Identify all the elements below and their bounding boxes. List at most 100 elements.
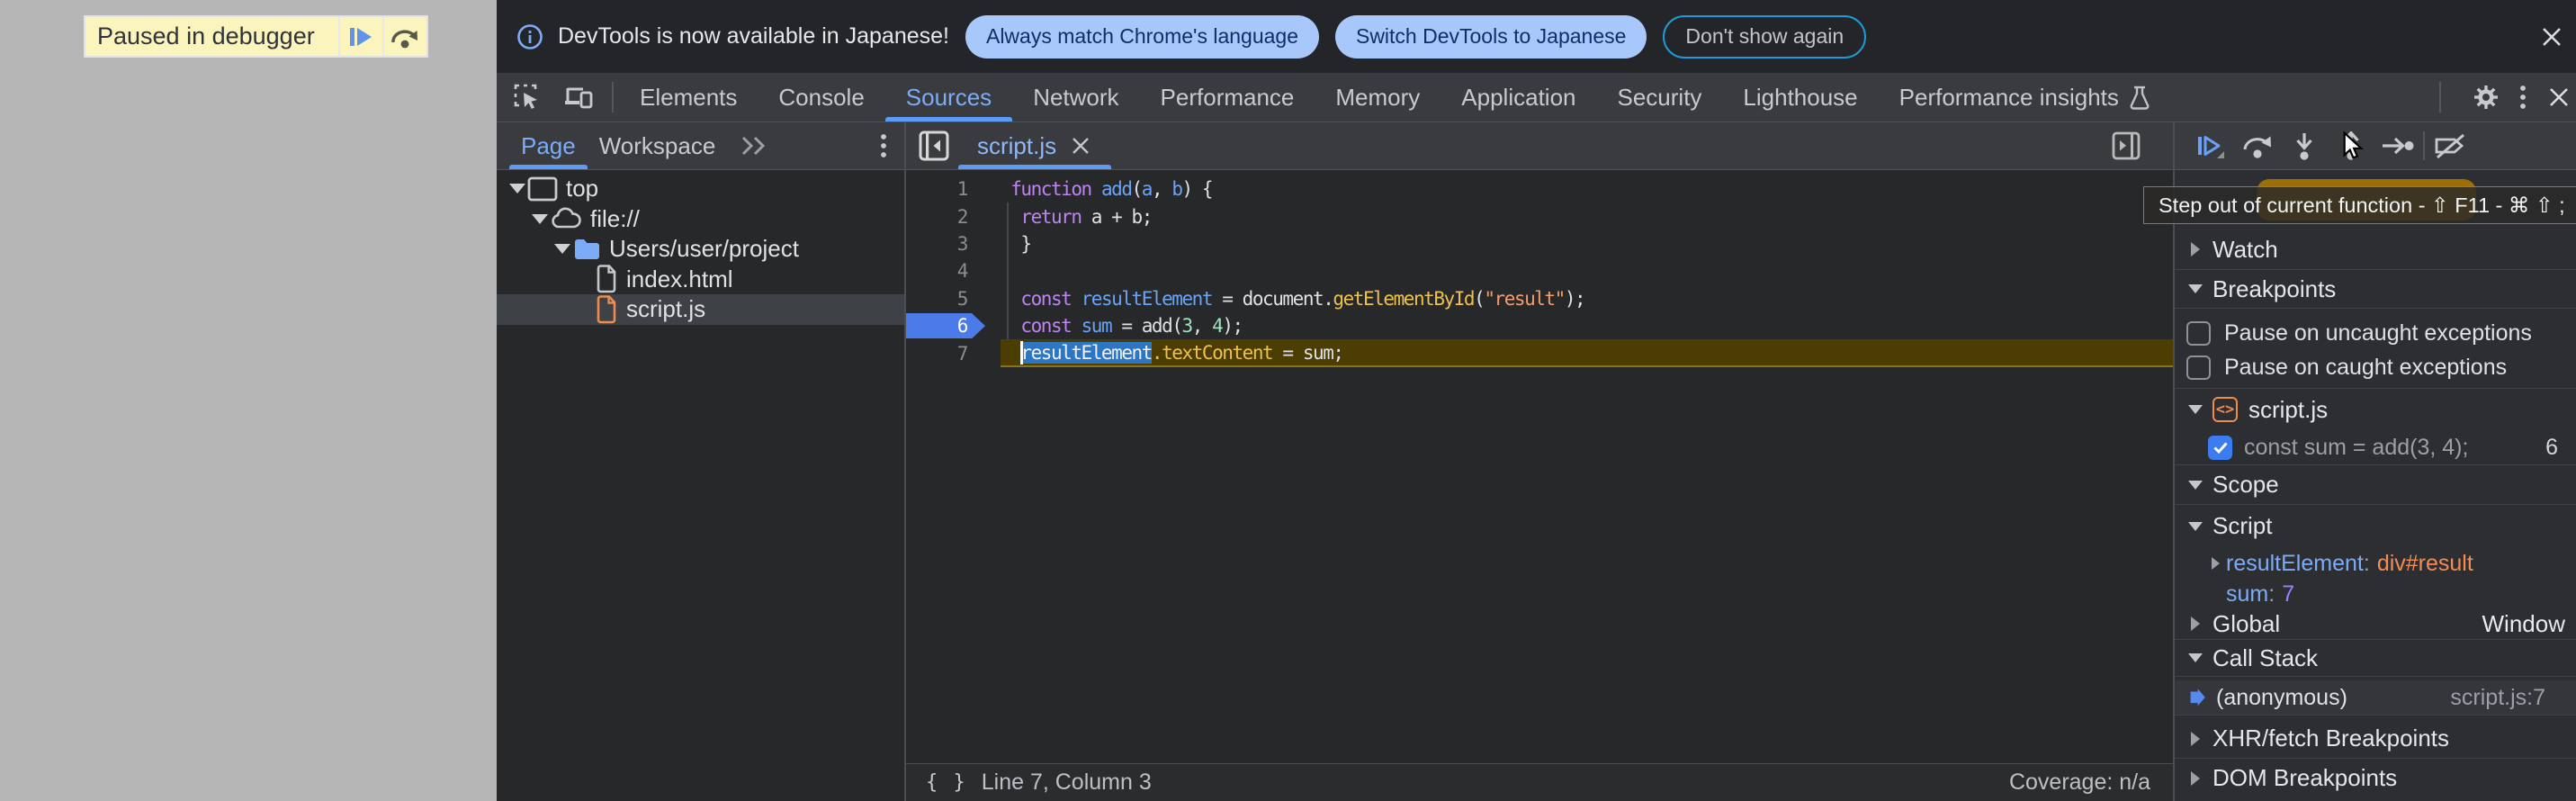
scope-variable-resultElement[interactable]: resultElement: div#result xyxy=(2175,547,2576,580)
navigator-menu-button[interactable] xyxy=(879,131,888,160)
breakpoint-entry[interactable]: const sum = add(3, 4);6 xyxy=(2175,430,2576,464)
line-number[interactable]: 6 xyxy=(906,315,967,337)
checkbox-row-uncaught[interactable]: Pause on uncaught exceptions xyxy=(2175,316,2576,350)
debugger-sidebar: WatchBreakpoints Pause on uncaught except… xyxy=(2175,122,2576,801)
step-button[interactable] xyxy=(2374,122,2421,169)
section-xhr-fetch-breakpoints[interactable]: XHR/fetch Breakpoints xyxy=(2175,719,2576,758)
infobar-close-button[interactable] xyxy=(2538,23,2565,50)
code-line-3[interactable]: 3 } xyxy=(906,230,2173,257)
scope-global-value: Window xyxy=(2482,610,2576,638)
device-toolbar-icon xyxy=(563,83,594,112)
tab-lighthouse[interactable]: Lighthouse xyxy=(1722,73,1878,122)
tab-performance-insights[interactable]: Performance insights xyxy=(1879,73,2172,122)
close-icon xyxy=(2545,84,2572,111)
more-tabs-button[interactable] xyxy=(738,134,770,158)
close-tab-icon[interactable] xyxy=(1069,134,1092,158)
pretty-print-button[interactable]: { } xyxy=(926,771,967,794)
toolbar-separator xyxy=(612,82,614,112)
tab-label: Console xyxy=(778,84,864,112)
tree-item-index-html[interactable]: index.html xyxy=(497,265,904,295)
folder-icon xyxy=(572,237,601,262)
infobar-action-don-t-show-again[interactable]: Don't show again xyxy=(1663,15,1866,58)
line-number[interactable]: 1 xyxy=(906,178,967,200)
section-watch[interactable]: Watch xyxy=(2175,230,2576,269)
infobar-action-always-match-chrome-s-language[interactable]: Always match Chrome's language xyxy=(965,15,1319,58)
tree-item-script-js[interactable]: script.js xyxy=(497,294,904,325)
tab-network[interactable]: Network xyxy=(1012,73,1139,122)
resume-button[interactable] xyxy=(2187,122,2234,169)
sources-panel: PageWorkspace topfile://Users/user/proje… xyxy=(497,122,2576,801)
call-stack-frame[interactable]: (anonymous)script.js:7 xyxy=(2175,680,2576,715)
kebab-icon xyxy=(879,131,888,160)
code-line-7[interactable]: 7 resultElement.textContent = sum; xyxy=(906,339,2173,366)
section-call-stack[interactable]: Call Stack xyxy=(2175,640,2576,676)
checkbox-row-caught[interactable]: Pause on caught exceptions xyxy=(2175,350,2576,384)
step-over-button[interactable] xyxy=(2234,122,2281,169)
customize-devtools-button[interactable] xyxy=(2518,83,2527,112)
editor-tab-scriptjs[interactable]: script.js xyxy=(958,122,1111,169)
checkbox[interactable] xyxy=(2186,356,2211,380)
line-number[interactable]: 2 xyxy=(906,206,967,228)
deactivate-breakpoints-button[interactable] xyxy=(2427,122,2473,169)
section-dom-breakpoints[interactable]: DOM Breakpoints xyxy=(2175,759,2576,797)
code-token: ); xyxy=(1565,288,1584,310)
code-token: resultElement xyxy=(1082,288,1213,310)
tab-security[interactable]: Security xyxy=(1597,73,1723,122)
inspect-element-button[interactable] xyxy=(513,83,542,112)
checkbox-label: Pause on uncaught exceptions xyxy=(2224,320,2532,346)
tab-label: Network xyxy=(1033,84,1118,112)
tab-memory[interactable]: Memory xyxy=(1315,73,1441,122)
tab-performance[interactable]: Performance xyxy=(1140,73,1315,122)
checkbox[interactable] xyxy=(2208,436,2232,460)
code-line-2[interactable]: 2 return a + b; xyxy=(906,202,2173,230)
step-over-icon xyxy=(390,24,420,50)
scope-script-header[interactable]: Script xyxy=(2175,505,2576,547)
settings-button[interactable] xyxy=(2472,83,2500,112)
tree-item-top[interactable]: top xyxy=(497,174,904,204)
line-number[interactable]: 5 xyxy=(906,288,967,310)
show-debugger-sidebar-button[interactable] xyxy=(2112,131,2141,160)
code-line-4[interactable]: 4 xyxy=(906,257,2173,284)
tree-item-Users-user-project[interactable]: Users/user/project xyxy=(497,234,904,265)
colon: : xyxy=(2268,581,2275,608)
code-line-6[interactable]: 6 const sum = add(3, 4); xyxy=(906,312,2173,339)
tab-label: Sources xyxy=(906,84,992,112)
tab-application[interactable]: Application xyxy=(1441,73,1596,122)
cloud-icon xyxy=(550,207,582,230)
chevron-right-icon xyxy=(2208,557,2222,570)
breakpoint-group-scriptjs[interactable]: <>script.js xyxy=(2175,389,2576,430)
tab-sources[interactable]: Sources xyxy=(885,73,1012,122)
toolbar-right-buttons xyxy=(2439,82,2576,112)
scope-global-row[interactable]: GlobalWindow xyxy=(2175,608,2576,639)
infobar-action-switch-devtools-to-japanese[interactable]: Switch DevTools to Japanese xyxy=(1335,15,1647,58)
line-number[interactable]: 3 xyxy=(906,233,967,255)
file-js-icon xyxy=(595,295,618,324)
code-line-5[interactable]: 5 const resultElement = document.getElem… xyxy=(906,285,2173,312)
tree-item-file-[interactable]: file:// xyxy=(497,204,904,235)
code-token: , xyxy=(1152,178,1171,200)
line-number[interactable]: 4 xyxy=(906,260,967,282)
resume-script-button[interactable] xyxy=(340,17,382,56)
tab-console[interactable]: Console xyxy=(758,73,884,122)
navigator-tab-page[interactable]: Page xyxy=(509,122,588,169)
step-into-button[interactable] xyxy=(2281,122,2328,169)
code-token: a xyxy=(1142,178,1152,200)
close-devtools-button[interactable] xyxy=(2545,84,2572,111)
coverage-status: Coverage: n/a xyxy=(2009,770,2150,796)
code-token: = add( xyxy=(1111,315,1181,337)
toggle-device-toolbar-button[interactable] xyxy=(563,83,594,112)
scope-variable-sum[interactable]: sum: 7 xyxy=(2175,580,2576,608)
code-line-text: } xyxy=(1001,230,2173,257)
collapse-navigator-button[interactable] xyxy=(919,130,949,161)
section-breakpoints[interactable]: Breakpoints xyxy=(2175,270,2576,308)
checkbox[interactable] xyxy=(2186,321,2211,346)
section-scope[interactable]: Scope xyxy=(2175,465,2576,504)
step-over-button[interactable] xyxy=(384,17,426,56)
code-line-1[interactable]: 1 function add(a, b) { xyxy=(906,176,2173,202)
breakpoint-code-snippet: const sum = add(3, 4); xyxy=(2244,435,2468,461)
tab-elements[interactable]: Elements xyxy=(619,73,758,122)
devtools-window: DevTools is now available in Japanese! A… xyxy=(497,0,2576,801)
line-number[interactable]: 7 xyxy=(906,343,967,364)
navigator-tab-workspace[interactable]: Workspace xyxy=(588,122,728,169)
code-editor[interactable]: 1 function add(a, b) {2 return a + b;3 }… xyxy=(906,170,2173,763)
